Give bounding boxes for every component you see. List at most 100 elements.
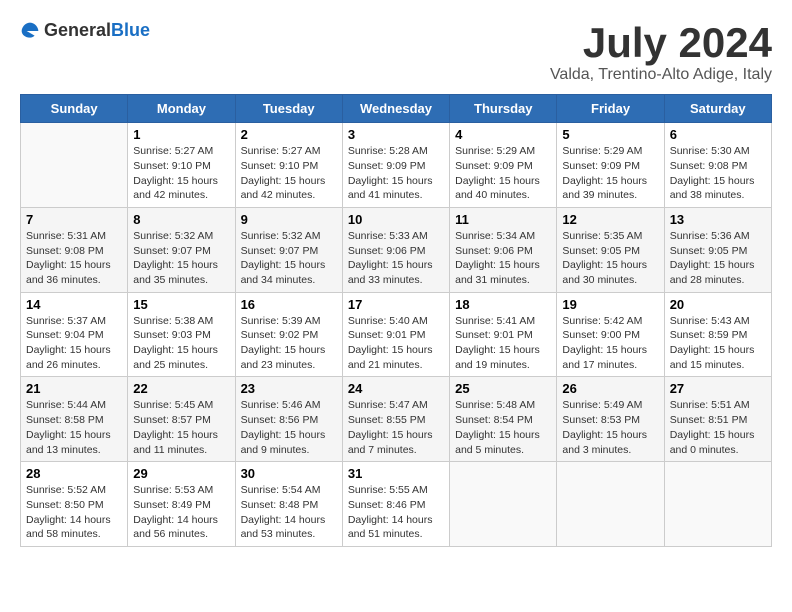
day-cell: 12Sunrise: 5:35 AM Sunset: 9:05 PM Dayli… — [557, 207, 664, 292]
day-header-sunday: Sunday — [21, 95, 128, 123]
calendar-table: SundayMondayTuesdayWednesdayThursdayFrid… — [20, 94, 772, 547]
title-area: July 2024 Valda, Trentino-Alto Adige, It… — [550, 20, 772, 84]
day-info: Sunrise: 5:27 AM Sunset: 9:10 PM Dayligh… — [241, 144, 337, 203]
day-number: 16 — [241, 297, 337, 312]
day-cell: 11Sunrise: 5:34 AM Sunset: 9:06 PM Dayli… — [450, 207, 557, 292]
day-number: 20 — [670, 297, 766, 312]
day-number: 22 — [133, 381, 229, 396]
day-cell: 23 Sunrise: 5:46 AM Sunset: 8:56 PM Dayli… — [235, 377, 342, 462]
day-number: 30 — [241, 466, 337, 481]
week-row-5: 28Sunrise: 5:52 AM Sunset: 8:50 PM Dayli… — [21, 462, 772, 547]
day-info: Sunrise: 5:54 AM Sunset: 8:48 PM Dayligh… — [241, 483, 337, 542]
day-cell: 28Sunrise: 5:52 AM Sunset: 8:50 PM Dayli… — [21, 462, 128, 547]
day-header-friday: Friday — [557, 95, 664, 123]
day-info: Sunrise: 5:43 AM Sunset: 8:59 PM Dayligh… — [670, 314, 766, 373]
day-info: Sunrise: 5:45 AM Sunset: 8:57 PM Dayligh… — [133, 398, 229, 457]
day-number: 26 — [562, 381, 658, 396]
day-number: 6 — [670, 127, 766, 142]
day-cell — [664, 462, 771, 547]
day-info: Sunrise: 5:55 AM Sunset: 8:46 PM Dayligh… — [348, 483, 444, 542]
day-number: 1 — [133, 127, 229, 142]
day-cell: 13Sunrise: 5:36 AM Sunset: 9:05 PM Dayli… — [664, 207, 771, 292]
page-header: GeneralBlue July 2024 Valda, Trentino-Al… — [20, 20, 772, 84]
day-cell: 5Sunrise: 5:29 AM Sunset: 9:09 PM Daylig… — [557, 123, 664, 208]
day-cell: 17 Sunrise: 5:40 AM Sunset: 9:01 PM Dayli… — [342, 292, 449, 377]
day-info: Sunrise: 5:39 AM Sunset: 9:02 PM Dayligh… — [241, 314, 337, 373]
day-info: Sunrise: 5:53 AM Sunset: 8:49 PM Dayligh… — [133, 483, 229, 542]
day-cell: 27 Sunrise: 5:51 AM Sunset: 8:51 PM Dayli… — [664, 377, 771, 462]
day-info: Sunrise: 5:46 AM Sunset: 8:56 PM Dayligh… — [241, 398, 337, 457]
day-number: 14 — [26, 297, 122, 312]
logo-blue: Blue — [111, 20, 150, 40]
week-row-3: 14 Sunrise: 5:37 AM Sunset: 9:04 PM Dayli… — [21, 292, 772, 377]
day-cell: 16 Sunrise: 5:39 AM Sunset: 9:02 PM Dayli… — [235, 292, 342, 377]
day-cell — [557, 462, 664, 547]
day-cell: 3Sunrise: 5:28 AM Sunset: 9:09 PM Daylig… — [342, 123, 449, 208]
day-cell: 21 Sunrise: 5:44 AM Sunset: 8:58 PM Dayli… — [21, 377, 128, 462]
day-header-wednesday: Wednesday — [342, 95, 449, 123]
day-number: 18 — [455, 297, 551, 312]
logo-general: General — [44, 20, 111, 40]
day-info: Sunrise: 5:51 AM Sunset: 8:51 PM Dayligh… — [670, 398, 766, 457]
day-number: 7 — [26, 212, 122, 227]
day-cell: 29Sunrise: 5:53 AM Sunset: 8:49 PM Dayli… — [128, 462, 235, 547]
day-info: Sunrise: 5:32 AM Sunset: 9:07 PM Dayligh… — [133, 229, 229, 288]
day-info: Sunrise: 5:40 AM Sunset: 9:01 PM Dayligh… — [348, 314, 444, 373]
day-info: Sunrise: 5:44 AM Sunset: 8:58 PM Dayligh… — [26, 398, 122, 457]
day-number: 31 — [348, 466, 444, 481]
day-cell: 8Sunrise: 5:32 AM Sunset: 9:07 PM Daylig… — [128, 207, 235, 292]
day-number: 17 — [348, 297, 444, 312]
day-info: Sunrise: 5:42 AM Sunset: 9:00 PM Dayligh… — [562, 314, 658, 373]
day-header-saturday: Saturday — [664, 95, 771, 123]
logo: GeneralBlue — [20, 20, 150, 41]
day-info: Sunrise: 5:29 AM Sunset: 9:09 PM Dayligh… — [455, 144, 551, 203]
day-cell: 25 Sunrise: 5:48 AM Sunset: 8:54 PM Dayli… — [450, 377, 557, 462]
day-number: 15 — [133, 297, 229, 312]
day-cell — [450, 462, 557, 547]
day-cell: 2 Sunrise: 5:27 AM Sunset: 9:10 PM Daylig… — [235, 123, 342, 208]
day-cell: 24 Sunrise: 5:47 AM Sunset: 8:55 PM Dayli… — [342, 377, 449, 462]
week-row-4: 21 Sunrise: 5:44 AM Sunset: 8:58 PM Dayli… — [21, 377, 772, 462]
day-info: Sunrise: 5:38 AM Sunset: 9:03 PM Dayligh… — [133, 314, 229, 373]
day-cell: 7Sunrise: 5:31 AM Sunset: 9:08 PM Daylig… — [21, 207, 128, 292]
day-header-monday: Monday — [128, 95, 235, 123]
day-number: 19 — [562, 297, 658, 312]
day-info: Sunrise: 5:27 AM Sunset: 9:10 PM Dayligh… — [133, 144, 229, 203]
day-number: 24 — [348, 381, 444, 396]
week-row-2: 7Sunrise: 5:31 AM Sunset: 9:08 PM Daylig… — [21, 207, 772, 292]
day-number: 10 — [348, 212, 444, 227]
day-info: Sunrise: 5:48 AM Sunset: 8:54 PM Dayligh… — [455, 398, 551, 457]
day-number: 28 — [26, 466, 122, 481]
logo-icon — [20, 21, 40, 41]
day-info: Sunrise: 5:29 AM Sunset: 9:09 PM Dayligh… — [562, 144, 658, 203]
day-number: 21 — [26, 381, 122, 396]
day-cell: 10Sunrise: 5:33 AM Sunset: 9:06 PM Dayli… — [342, 207, 449, 292]
day-number: 2 — [241, 127, 337, 142]
day-cell: 31 Sunrise: 5:55 AM Sunset: 8:46 PM Dayli… — [342, 462, 449, 547]
day-number: 13 — [670, 212, 766, 227]
day-cell: 1 Sunrise: 5:27 AM Sunset: 9:10 PM Daylig… — [128, 123, 235, 208]
day-info: Sunrise: 5:32 AM Sunset: 9:07 PM Dayligh… — [241, 229, 337, 288]
day-cell: 30 Sunrise: 5:54 AM Sunset: 8:48 PM Dayli… — [235, 462, 342, 547]
day-info: Sunrise: 5:49 AM Sunset: 8:53 PM Dayligh… — [562, 398, 658, 457]
location-title: Valda, Trentino-Alto Adige, Italy — [550, 66, 772, 84]
day-number: 9 — [241, 212, 337, 227]
header-row: SundayMondayTuesdayWednesdayThursdayFrid… — [21, 95, 772, 123]
day-cell: 6 Sunrise: 5:30 AM Sunset: 9:08 PM Daylig… — [664, 123, 771, 208]
day-number: 27 — [670, 381, 766, 396]
day-number: 23 — [241, 381, 337, 396]
day-number: 25 — [455, 381, 551, 396]
day-cell: 4Sunrise: 5:29 AM Sunset: 9:09 PM Daylig… — [450, 123, 557, 208]
day-cell: 14 Sunrise: 5:37 AM Sunset: 9:04 PM Dayli… — [21, 292, 128, 377]
day-info: Sunrise: 5:37 AM Sunset: 9:04 PM Dayligh… — [26, 314, 122, 373]
day-cell — [21, 123, 128, 208]
day-cell: 26 Sunrise: 5:49 AM Sunset: 8:53 PM Dayli… — [557, 377, 664, 462]
day-number: 11 — [455, 212, 551, 227]
day-info: Sunrise: 5:47 AM Sunset: 8:55 PM Dayligh… — [348, 398, 444, 457]
month-title: July 2024 — [550, 20, 772, 66]
day-cell: 19 Sunrise: 5:42 AM Sunset: 9:00 PM Dayli… — [557, 292, 664, 377]
day-cell: 20 Sunrise: 5:43 AM Sunset: 8:59 PM Dayli… — [664, 292, 771, 377]
day-info: Sunrise: 5:41 AM Sunset: 9:01 PM Dayligh… — [455, 314, 551, 373]
day-cell: 22 Sunrise: 5:45 AM Sunset: 8:57 PM Dayli… — [128, 377, 235, 462]
day-info: Sunrise: 5:30 AM Sunset: 9:08 PM Dayligh… — [670, 144, 766, 203]
